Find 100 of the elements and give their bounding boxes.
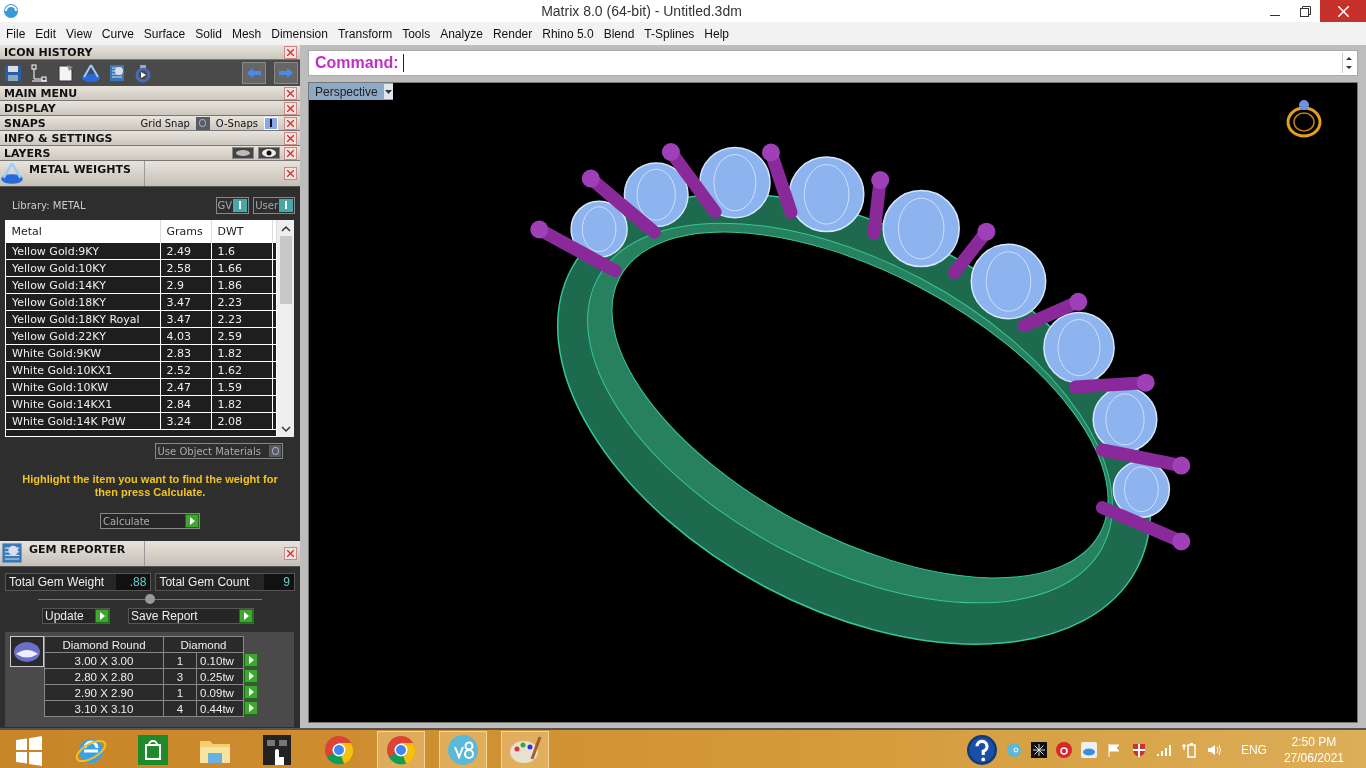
- checkbox-label: Use Object Materials: [157, 445, 261, 457]
- close-icon: [287, 104, 294, 112]
- command-field[interactable]: Command:: [308, 50, 1358, 76]
- menu-item[interactable]: Help: [699, 26, 735, 41]
- close-button[interactable]: [284, 86, 297, 100]
- close-icon: [1337, 5, 1349, 17]
- close-icon: [287, 119, 294, 127]
- scroll-thumb[interactable]: [279, 236, 292, 304]
- minimize-icon: [1270, 14, 1280, 16]
- menu-item[interactable]: T-Splines: [639, 26, 700, 41]
- total-field: Total Gem Count 9: [155, 573, 295, 591]
- column-header[interactable]: DWT: [211, 220, 272, 243]
- close-icon: [287, 149, 294, 157]
- floppy-icon[interactable]: [3, 63, 23, 83]
- menu-item[interactable]: File: [1, 26, 31, 41]
- toggle-switch[interactable]: [279, 198, 293, 212]
- close-icon: [287, 170, 294, 177]
- column-header: Diamond Round: [44, 636, 164, 653]
- play-icon: [185, 514, 199, 528]
- window-title: Matrix 8.0 (64-bit) - Untitled.3dm: [540, 3, 743, 19]
- close-button[interactable]: [284, 116, 297, 130]
- beats-icon[interactable]: [1055, 742, 1072, 758]
- play-icon: [244, 652, 258, 667]
- flag-icon[interactable]: [1105, 742, 1122, 758]
- menu-item[interactable]: Solid: [190, 26, 227, 41]
- battery-icon[interactable]: [1180, 742, 1197, 758]
- menu-item[interactable]: View: [61, 26, 97, 41]
- play-icon: [244, 700, 259, 715]
- menu-item[interactable]: Mesh: [226, 26, 267, 41]
- document-icon[interactable]: [55, 63, 75, 83]
- toggle-switch[interactable]: [264, 116, 278, 130]
- section-header[interactable]: SNAPS: [4, 116, 135, 130]
- total-field: Total Gem Weight .88: [5, 573, 152, 591]
- play-icon: [95, 609, 109, 623]
- close-icon: [287, 550, 294, 557]
- snowflake-icon[interactable]: [1030, 742, 1047, 758]
- column-header: Diamond: [163, 636, 244, 653]
- menu-item[interactable]: Tools: [397, 26, 436, 41]
- ring-icon[interactable]: [133, 63, 153, 83]
- command-label: Command:: [315, 54, 399, 72]
- close-button[interactable]: [284, 167, 297, 180]
- menu-item[interactable]: Analyze: [435, 26, 488, 41]
- close-button[interactable]: [284, 547, 297, 560]
- menu-item[interactable]: Blend: [598, 26, 640, 41]
- menu-item[interactable]: Dimension: [266, 26, 333, 41]
- panel-title: METAL WEIGHTS: [29, 161, 145, 186]
- menu-item[interactable]: Edit: [30, 26, 62, 41]
- hint-text: Highlight the item you want to find the weight for then press Calculate.: [21, 473, 279, 499]
- scale-icon[interactable]: [81, 63, 101, 83]
- menu-item[interactable]: Rhino 5.0: [537, 26, 599, 41]
- scroll-down-icon[interactable]: [280, 424, 291, 434]
- column-header[interactable]: Grams: [160, 220, 211, 243]
- help-icon[interactable]: [966, 735, 997, 765]
- menu-item[interactable]: Transform: [332, 26, 398, 41]
- close-icon: [287, 134, 294, 142]
- caret-icon: [384, 89, 392, 94]
- close-button[interactable]: [1320, 0, 1366, 22]
- calculate-button[interactable]: Calculate: [100, 513, 200, 529]
- close-button[interactable]: [284, 146, 297, 160]
- ring-icon[interactable]: [1285, 97, 1323, 139]
- close-icon: [287, 48, 294, 56]
- menu-item[interactable]: Curve: [96, 26, 139, 41]
- toggle-label: GV: [217, 199, 233, 211]
- speaker-icon[interactable]: [1205, 742, 1222, 758]
- splitter-handle[interactable]: [145, 594, 155, 604]
- gem-icon: [10, 636, 44, 667]
- table-cell: 1.6: [211, 242, 272, 260]
- dimension-icon[interactable]: [29, 63, 49, 83]
- shield-icon[interactable]: [1130, 742, 1147, 758]
- scale-icon: [0, 161, 24, 185]
- scroll-up-icon[interactable]: [280, 224, 291, 234]
- menu-item[interactable]: Surface: [138, 26, 191, 41]
- close-button[interactable]: [284, 101, 297, 115]
- toggle-switch[interactable]: [195, 116, 210, 130]
- update-button[interactable]: Update: [42, 608, 110, 624]
- toggle-switch[interactable]: [269, 445, 281, 457]
- viewport-tab[interactable]: Perspective: [309, 83, 393, 100]
- text-cursor: [402, 54, 404, 72]
- toggle-switch[interactable]: [233, 198, 248, 212]
- toggle-label: User: [255, 199, 278, 211]
- spinner-icon[interactable]: [1342, 53, 1355, 73]
- table-cell: Yellow Gold:9KY: [5, 242, 160, 260]
- save-report-button[interactable]: Save Report: [128, 608, 254, 624]
- play-icon: [244, 684, 258, 699]
- cloud-icon[interactable]: [1080, 742, 1097, 758]
- close-button[interactable]: [284, 45, 297, 59]
- menu-item[interactable]: Render: [487, 26, 538, 41]
- image-icon: [0, 541, 24, 565]
- eye-icon[interactable]: [258, 147, 280, 159]
- library-label: Library: METAL: [12, 199, 86, 211]
- panel-title: GEM REPORTER: [29, 541, 145, 566]
- close-icon: [287, 89, 294, 97]
- close-button[interactable]: [284, 131, 297, 145]
- app-icon: [3, 3, 19, 19]
- restore-icon: [1299, 5, 1311, 17]
- play-icon: [244, 668, 258, 683]
- image-icon[interactable]: [107, 63, 127, 83]
- signal-icon[interactable]: [1155, 742, 1172, 758]
- play-icon: [239, 609, 253, 623]
- table-cell: 2.49: [160, 242, 211, 260]
